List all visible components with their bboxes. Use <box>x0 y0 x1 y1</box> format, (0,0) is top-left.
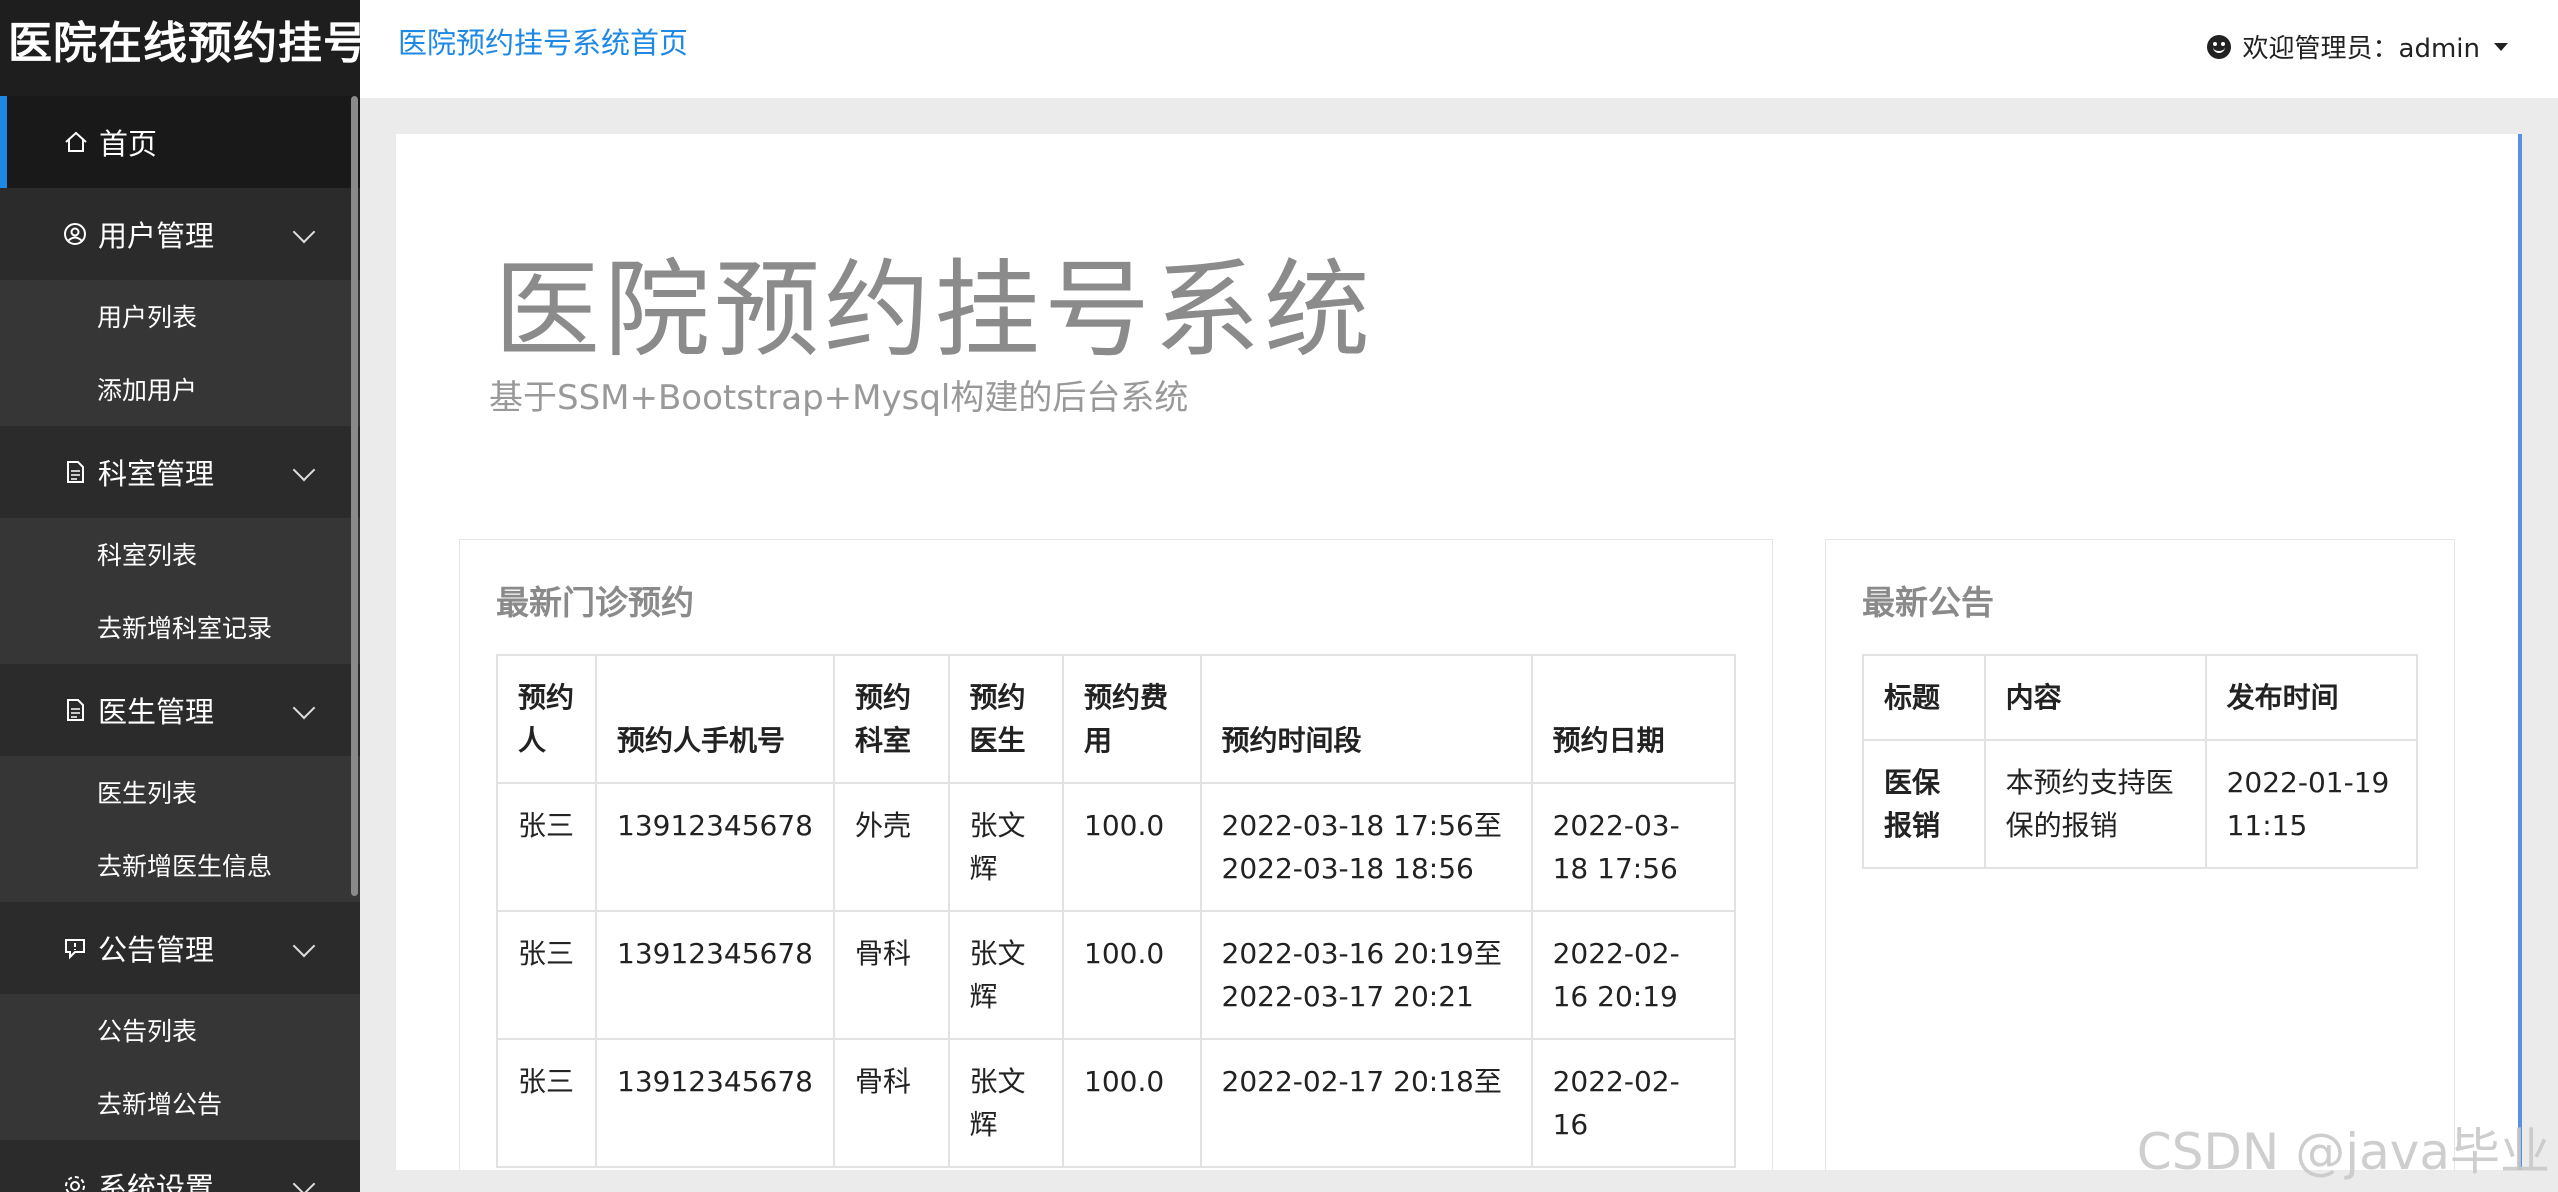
gear-icon <box>62 1173 88 1192</box>
sidebar-item-home[interactable]: 首页 <box>0 96 360 188</box>
main-content: 医院预约挂号系统 基于SSM+Bootstrap+Mysql构建的后台系统 最新… <box>396 134 2522 1170</box>
sidebar-item-add-doctor[interactable]: 去新增医生信息 <box>0 828 360 902</box>
table-cell: 骨科 <box>833 910 950 1040</box>
table-row: 张三 13912345678 外壳 张文辉 100.0 2022-03-18 1… <box>495 782 1737 912</box>
sidebar-item-add-user[interactable]: 添加用户 <box>0 352 360 426</box>
table-cell: 张三 <box>495 910 598 1040</box>
table-header-row: 预约人 预约人手机号 预约科室 预约医生 预约费用 预约时间段 预约日期 <box>495 654 1737 784</box>
table-cell: 张三 <box>495 782 598 912</box>
app-brand: 医院在线预约挂号 <box>0 0 360 96</box>
chevron-down-icon <box>292 458 316 482</box>
chevron-down-icon <box>292 934 316 958</box>
column-header: 预约时间段 <box>1199 654 1533 784</box>
sidebar-item-department-list[interactable]: 科室列表 <box>0 518 360 590</box>
table-cell: 2022-02-17 20:18至 <box>1199 1038 1533 1168</box>
chevron-down-icon <box>292 1172 316 1192</box>
sidebar-item-notice-list[interactable]: 公告列表 <box>0 994 360 1066</box>
hero-title: 医院预约挂号系统 <box>494 249 1374 372</box>
table-row: 张三 13912345678 骨科 张文辉 100.0 2022-03-16 2… <box>495 910 1737 1040</box>
sidebar-group-departments[interactable]: 科室管理 <box>0 426 360 518</box>
home-icon <box>63 129 89 155</box>
top-header: 医院预约挂号系统首页 欢迎管理员：admin <box>360 0 2558 98</box>
sidebar-group-settings[interactable]: 系统设置 <box>0 1140 360 1192</box>
table-cell: 13912345678 <box>595 782 835 912</box>
table-cell: 外壳 <box>833 782 950 912</box>
sidebar-item-add-department[interactable]: 去新增科室记录 <box>0 590 360 664</box>
table-cell: 2022-03-18 17:56 <box>1530 782 1737 912</box>
table-cell: 100.0 <box>1062 1038 1202 1168</box>
sidebar-group-doctors[interactable]: 医生管理 <box>0 664 360 756</box>
table-cell: 张三 <box>495 1038 598 1168</box>
table-cell: 2022-03-18 17:56至2022-03-18 18:56 <box>1199 782 1533 912</box>
document-icon <box>62 697 88 723</box>
notices-table: 标题 内容 发布时间 医保报销 本预约支持医保的报销 2022-01-19 11… <box>1862 654 2419 869</box>
column-header: 预约费用 <box>1062 654 1202 784</box>
sidebar-item-label: 首页 <box>99 127 158 161</box>
table-cell: 本预约支持医保的报销 <box>1983 739 2207 869</box>
document-icon <box>62 459 88 485</box>
table-cell: 2022-02-16 <box>1530 1038 1737 1168</box>
table-cell: 2022-01-19 11:15 <box>2204 739 2419 869</box>
sidebar-group-label: 公告管理 <box>98 933 215 967</box>
column-header: 预约医生 <box>947 654 1065 784</box>
table-header-row: 标题 内容 发布时间 <box>1862 654 2419 741</box>
notices-title: 最新公告 <box>1862 583 1994 622</box>
notices-panel: 最新公告 标题 内容 发布时间 医保报销 本预约支持医保的报销 2022-01-… <box>1825 539 2455 1170</box>
user-menu[interactable]: 欢迎管理员：admin <box>2206 28 2508 65</box>
table-cell: 100.0 <box>1062 910 1202 1040</box>
chevron-down-icon <box>292 220 316 244</box>
caret-down-icon <box>2494 42 2508 51</box>
table-cell: 13912345678 <box>595 1038 835 1168</box>
column-header: 预约日期 <box>1530 654 1737 784</box>
table-cell: 医保报销 <box>1862 739 1986 869</box>
sidebar-group-label: 系统设置 <box>98 1171 215 1192</box>
table-cell: 张文辉 <box>947 910 1065 1040</box>
appointments-panel: 最新门诊预约 预约人 预约人手机号 预约科室 预约医生 预约费用 预约时间段 预… <box>459 539 1773 1170</box>
sidebar-group-label: 科室管理 <box>98 457 215 491</box>
sidebar-group-notices[interactable]: 公告管理 <box>0 902 360 994</box>
sidebar-group-users[interactable]: 用户管理 <box>0 188 360 280</box>
table-cell: 2022-02-16 20:19 <box>1530 910 1737 1040</box>
table-cell: 13912345678 <box>595 910 835 1040</box>
table-cell: 100.0 <box>1062 782 1202 912</box>
column-header: 预约科室 <box>833 654 950 784</box>
column-header: 发布时间 <box>2204 654 2419 741</box>
sidebar: 医院在线预约挂号 首页 用户管理 用户列表 添加用户 科室管理 科室列表 去新增… <box>0 0 360 1192</box>
user-greeting: 欢迎管理员：admin <box>2242 34 2480 64</box>
sidebar-item-doctor-list[interactable]: 医生列表 <box>0 756 360 828</box>
sidebar-item-user-list[interactable]: 用户列表 <box>0 280 360 352</box>
column-header: 内容 <box>1983 654 2207 741</box>
user-circle-icon <box>62 221 88 247</box>
sidebar-group-label: 用户管理 <box>98 219 215 253</box>
sidebar-group-label: 医生管理 <box>98 695 215 729</box>
table-cell: 张文辉 <box>947 1038 1065 1168</box>
chevron-down-icon <box>292 696 316 720</box>
smile-icon <box>2206 34 2231 59</box>
hero-subtitle: 基于SSM+Bootstrap+Mysql构建的后台系统 <box>489 378 1189 418</box>
column-header: 预约人手机号 <box>595 654 835 784</box>
table-cell: 骨科 <box>833 1038 950 1168</box>
column-header: 预约人 <box>495 654 598 784</box>
announcement-icon <box>62 935 88 961</box>
home-link[interactable]: 医院预约挂号系统首页 <box>398 20 688 62</box>
sidebar-scrollbar[interactable] <box>351 96 358 896</box>
table-row: 医保报销 本预约支持医保的报销 2022-01-19 11:15 <box>1862 739 2419 869</box>
table-cell: 2022-03-16 20:19至2022-03-17 20:21 <box>1199 910 1533 1040</box>
appointments-title: 最新门诊预约 <box>496 583 694 622</box>
appointments-table: 预约人 预约人手机号 预约科室 预约医生 预约费用 预约时间段 预约日期 张三 … <box>495 654 1737 1168</box>
watermark: CSDN @java毕业 <box>2136 1123 2550 1181</box>
column-header: 标题 <box>1862 654 1986 741</box>
sidebar-item-add-notice[interactable]: 去新增公告 <box>0 1066 360 1140</box>
table-row: 张三 13912345678 骨科 张文辉 100.0 2022-02-17 2… <box>495 1038 1737 1168</box>
table-cell: 张文辉 <box>947 782 1065 912</box>
